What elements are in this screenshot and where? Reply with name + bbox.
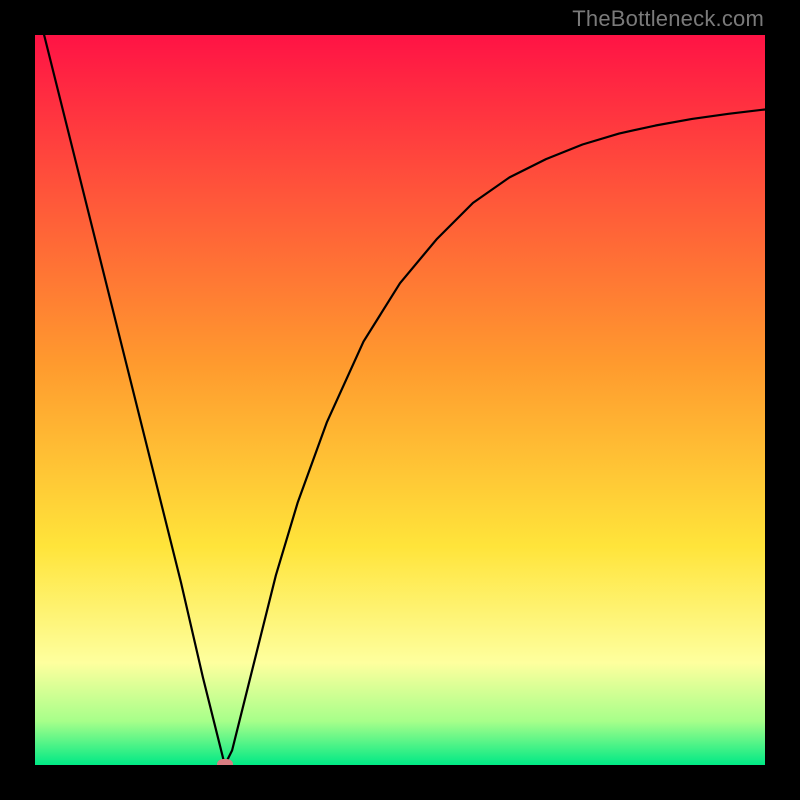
plot-area: [35, 35, 765, 765]
optimum-marker: [217, 759, 233, 765]
bottleneck-curve: [35, 35, 765, 765]
chart-frame: TheBottleneck.com: [0, 0, 800, 800]
watermark-text: TheBottleneck.com: [572, 6, 764, 32]
